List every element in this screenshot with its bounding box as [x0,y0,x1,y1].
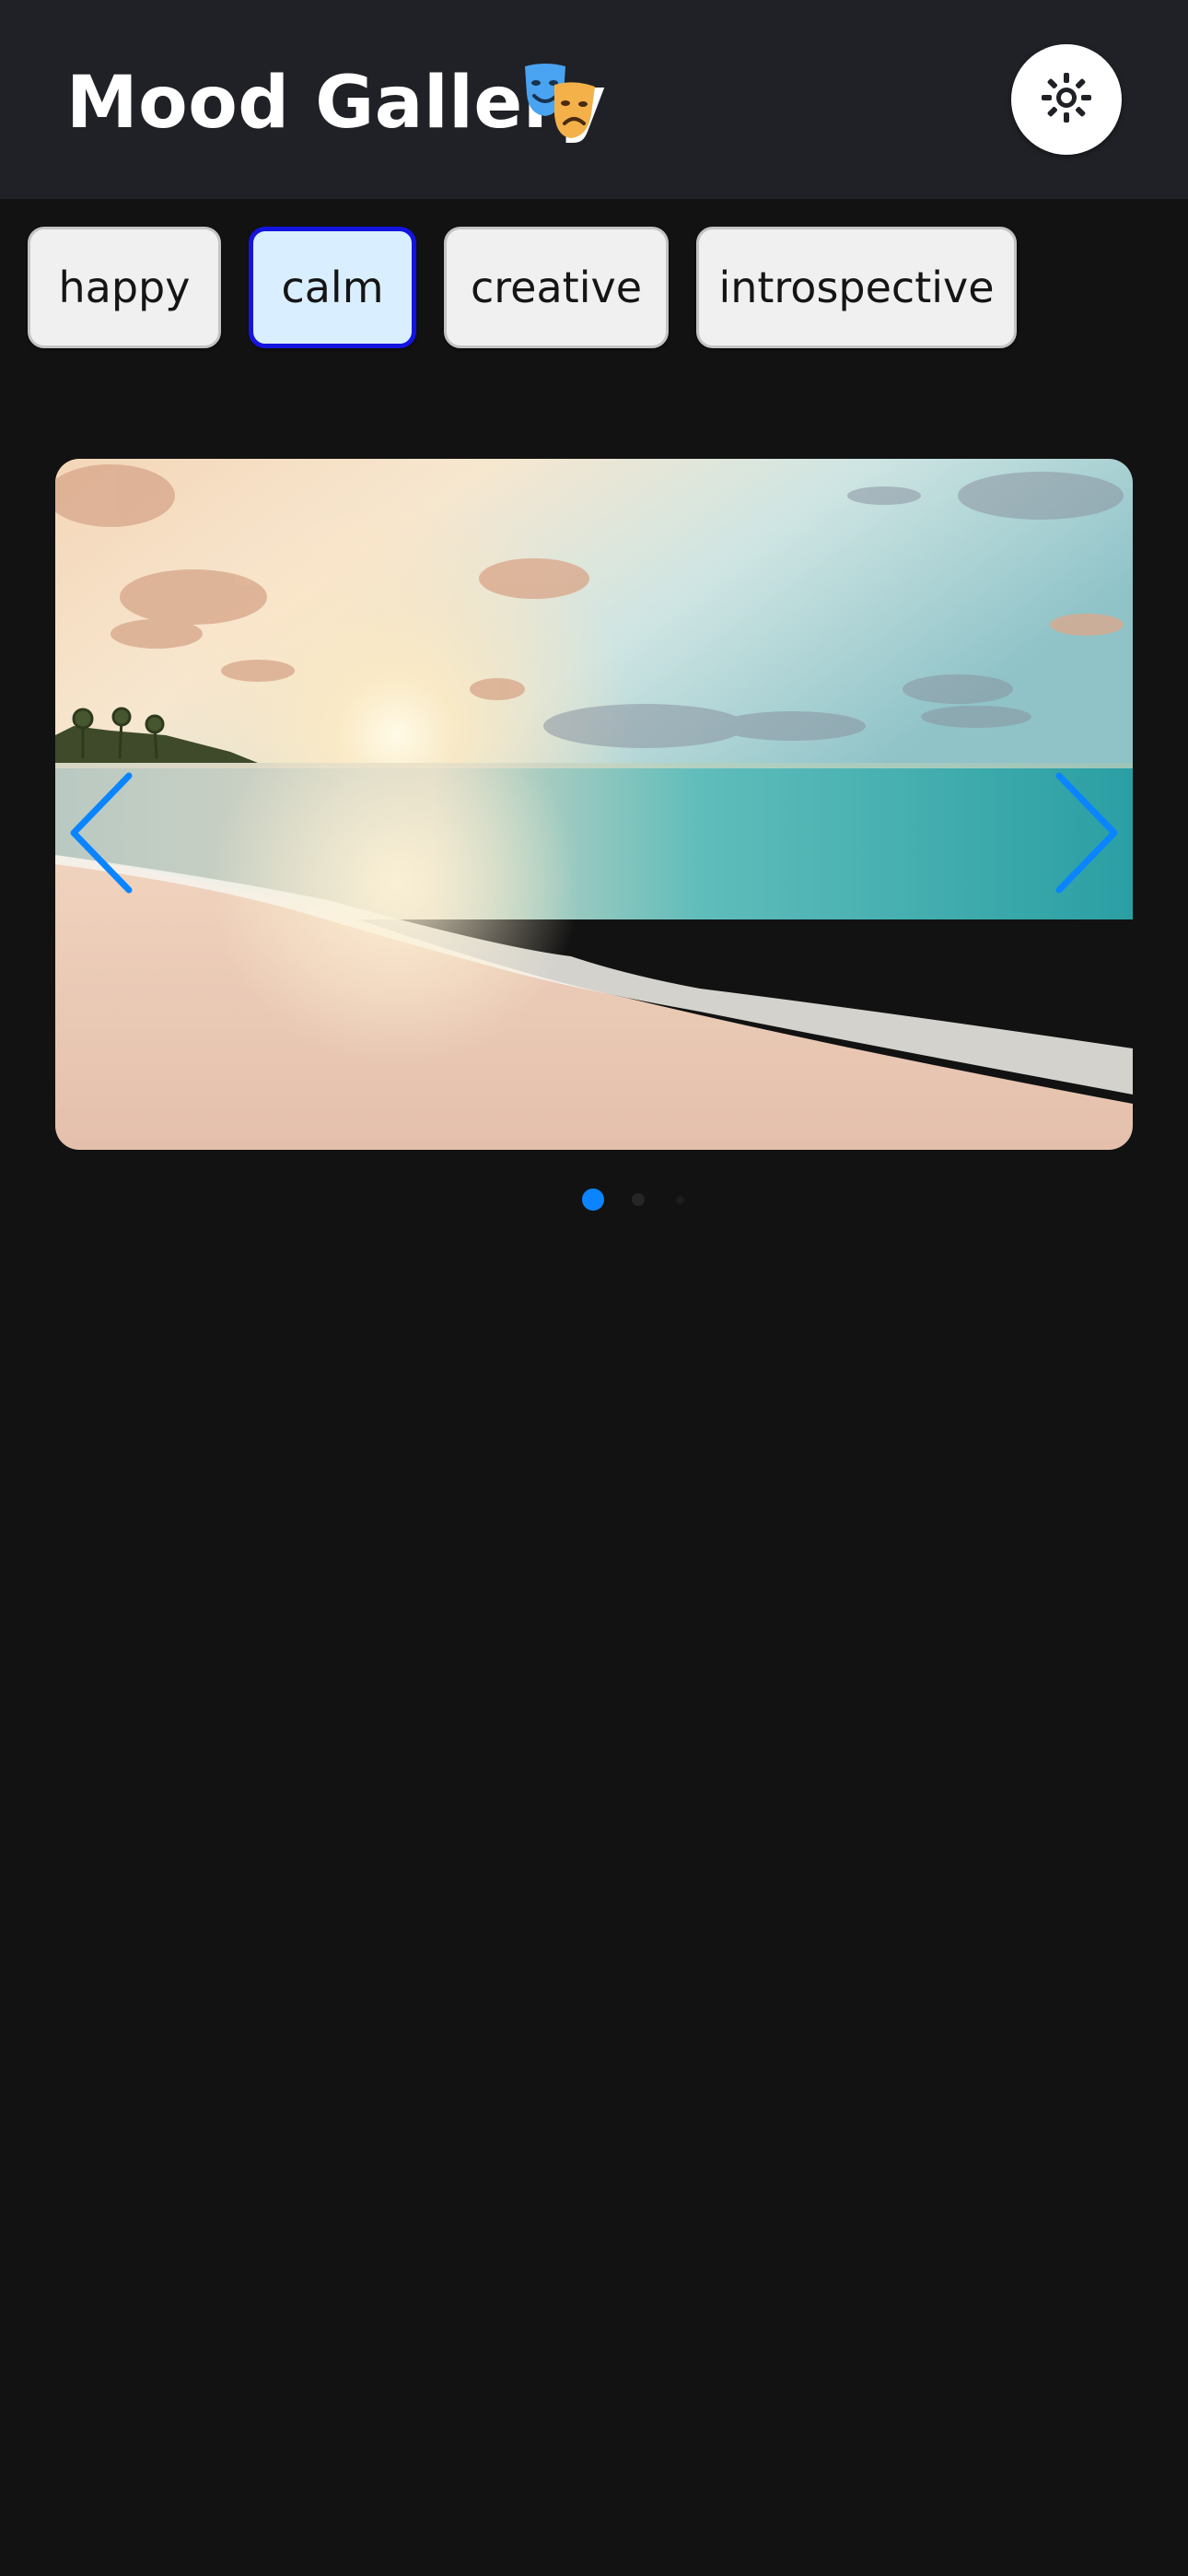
image-carousel[interactable] [55,459,1133,1150]
performing-arts-masks-icon [523,63,597,142]
carousel-pagination [0,1188,1188,1216]
carousel-next-button[interactable] [1050,763,1124,901]
chevron-left-icon [64,772,138,905]
chevron-right-icon [1050,772,1124,905]
pagination-dot-active[interactable] [582,1188,604,1211]
carousel-prev-button[interactable] [64,763,138,901]
pagination-dot[interactable] [676,1196,684,1204]
mood-chip-happy[interactable]: happy [28,227,221,348]
pagination-dot[interactable] [632,1193,645,1206]
mood-chip-creative[interactable]: creative [444,227,669,348]
app-header: Mood Gallery [0,0,1188,199]
sun-icon [1040,71,1093,128]
beach-sunset-photo [55,459,1133,1150]
theme-toggle-button[interactable] [1011,44,1122,155]
mood-chip-introspective[interactable]: introspective [696,227,1017,348]
mood-chip-calm[interactable]: calm [249,227,416,348]
app-root: Mood Gallery happy calm creative introsp… [0,0,1188,2576]
